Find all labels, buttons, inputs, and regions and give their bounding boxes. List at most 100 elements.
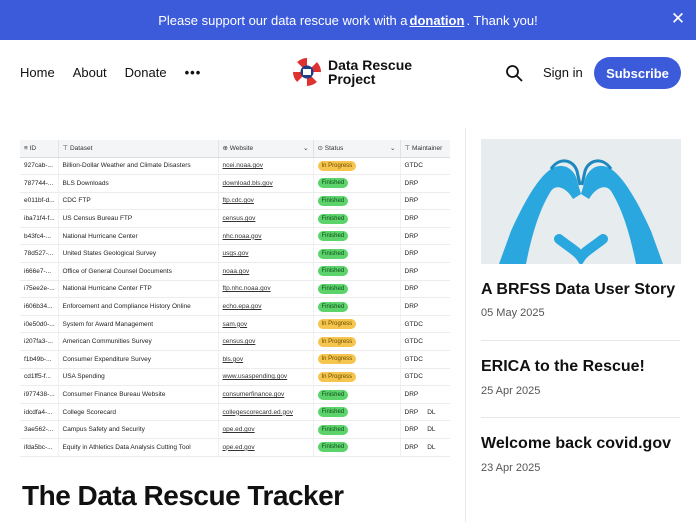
cell-website: census.gov [218, 209, 314, 228]
column-header: ⊕ Website ⌄ [218, 140, 314, 158]
gloved-hands-heart-icon [481, 139, 681, 264]
status-badge: In Progress [317, 336, 357, 347]
cell-status: Finished [313, 385, 401, 404]
cell-id: 3ae562-... [20, 420, 59, 439]
cell-status: Finished [313, 280, 401, 299]
maintainer-label: DRP [404, 408, 419, 416]
cell-website: ftp.nhc.noaa.gov [218, 280, 314, 299]
site-logo[interactable]: Data Rescue Project [291, 56, 412, 88]
cell-id: idcdfa4-... [20, 403, 59, 422]
banner-text: Please support our data rescue work with… [158, 12, 408, 28]
cell-maintainer: DRP [400, 280, 450, 299]
subscribe-button[interactable]: Subscribe [594, 57, 681, 89]
status-badge: Finished [317, 407, 349, 418]
cell-dataset: Enforcement and Compliance History Onlin… [58, 297, 219, 316]
cell-maintainer: DRP [400, 297, 450, 316]
more-menu-icon[interactable]: ••• [185, 65, 202, 80]
cell-maintainer: DRP [400, 385, 450, 404]
status-badge: Finished [317, 424, 349, 435]
table-row: i0e50d0-... System for Award Management sa… [20, 315, 450, 334]
cell-status: Finished [313, 262, 401, 281]
cell-maintainer: GTDC [400, 332, 450, 352]
maintainer-label: GTDC [404, 320, 423, 328]
post-divider [481, 417, 680, 418]
status-badge: Finished [317, 283, 349, 294]
status-badge: In Progress [317, 319, 357, 330]
status-badge: In Progress [317, 371, 357, 382]
cell-id: e011bf-d... [20, 192, 59, 211]
cell-id: ifda5bc-... [20, 438, 59, 457]
post-date-2: 25 Apr 2025 [481, 385, 541, 397]
cell-website: ftp.cdc.gov [218, 192, 314, 211]
cell-status: Finished [313, 244, 401, 264]
cell-status: Finished [313, 209, 401, 228]
cell-id: i207fa3-... [20, 332, 59, 352]
download-label: DL [427, 443, 436, 451]
cell-website: noaa.gov [218, 262, 314, 281]
cell-status: Finished [313, 403, 401, 422]
logo-line-2: Project [328, 71, 376, 87]
cell-maintainer: DRP [400, 262, 450, 281]
maintainer-label: DRP [404, 267, 419, 275]
cell-maintainer: GTDC [400, 315, 450, 334]
post-title-2[interactable]: ERICA to the Rescue! [481, 358, 645, 376]
table-row: idcdfa4-... College Scorecard collegescore… [20, 403, 450, 422]
status-badge: Finished [317, 231, 349, 242]
post-image[interactable] [481, 139, 681, 264]
close-icon[interactable]: ✕ [668, 9, 688, 29]
sign-in-link[interactable]: Sign in [543, 65, 583, 80]
table-row: i606b34... Enforcement and Compliance His… [20, 297, 450, 316]
cell-dataset: Office of General Counsel Documents [58, 262, 219, 281]
cell-status: Finished [313, 420, 401, 439]
nav-donate[interactable]: Donate [125, 65, 167, 80]
post-divider [481, 340, 680, 341]
cell-maintainer: DRP DL [400, 438, 450, 457]
logo-line-1: Data Rescue [328, 57, 413, 73]
download-label: DL [427, 426, 436, 434]
cell-dataset: National Hurricane Center [58, 227, 219, 246]
cell-website: consumerfinance.gov [218, 385, 314, 404]
table-row: cd1ff5-f... USA Spending www.usaspending.g… [20, 368, 450, 387]
cell-id: 78d527-... [20, 244, 59, 264]
nav-home[interactable]: Home [20, 65, 55, 80]
table-row: f1b49b-... Consumer Expenditure Survey bls… [20, 350, 450, 369]
post-date-3: 23 Apr 2025 [481, 462, 541, 474]
table-row: 787744-... BLS Downloads download.bls.gov F… [20, 174, 450, 193]
maintainer-label: DRP [404, 215, 419, 223]
cell-dataset: National Hurricane Center FTP [58, 280, 219, 299]
cell-status: Finished [313, 192, 401, 211]
cell-status: In Progress [313, 315, 401, 334]
cell-dataset: Consumer Expenditure Survey [58, 350, 219, 369]
cell-id: i75ee2e-... [20, 280, 59, 299]
search-icon[interactable] [505, 64, 523, 82]
post-date-1: 05 May 2025 [481, 307, 545, 319]
cell-dataset: CDC FTP [58, 192, 219, 211]
maintainer-label: GTDC [404, 338, 423, 346]
cell-website: bls.gov [218, 350, 314, 369]
cell-dataset: College Scorecard [58, 403, 219, 422]
cell-website: collegescorecard.ed.gov [218, 403, 314, 422]
table-row: i75ee2e-... National Hurricane Center FTP… [20, 280, 450, 299]
cell-status: In Progress [313, 350, 401, 369]
maintainer-label: DRP [404, 232, 419, 240]
cell-dataset: US Census Bureau FTP [58, 209, 219, 228]
cell-dataset: USA Spending [58, 368, 219, 387]
cell-maintainer: DRP [400, 209, 450, 228]
table-header-row: ≡ ID ⊤ Dataset ⊕ Website ⌄ ⊙ Status ⌄ ⊤ … [20, 140, 450, 158]
post-title-1[interactable]: A BRFSS Data User Story [481, 281, 675, 299]
cell-dataset: Campus Safety and Security [58, 420, 219, 439]
post-title-3[interactable]: Welcome back covid.gov [481, 435, 671, 453]
table-row: 3ae562-... Campus Safety and Security ope.… [20, 420, 450, 439]
status-badge: Finished [317, 442, 349, 453]
cell-website: echo.epa.gov [218, 297, 314, 316]
cell-id: 927cab-... [20, 157, 59, 176]
cell-website: nhc.noaa.gov [218, 227, 314, 246]
status-badge: Finished [317, 301, 349, 312]
lifebuoy-logo-icon [292, 57, 322, 87]
download-label: DL [427, 408, 436, 416]
nav-about[interactable]: About [73, 65, 107, 80]
cell-id: f1b49b-... [20, 350, 59, 369]
status-badge: Finished [317, 213, 349, 224]
cell-dataset: System for Award Management [58, 315, 219, 334]
donation-link[interactable]: donation [410, 13, 465, 28]
